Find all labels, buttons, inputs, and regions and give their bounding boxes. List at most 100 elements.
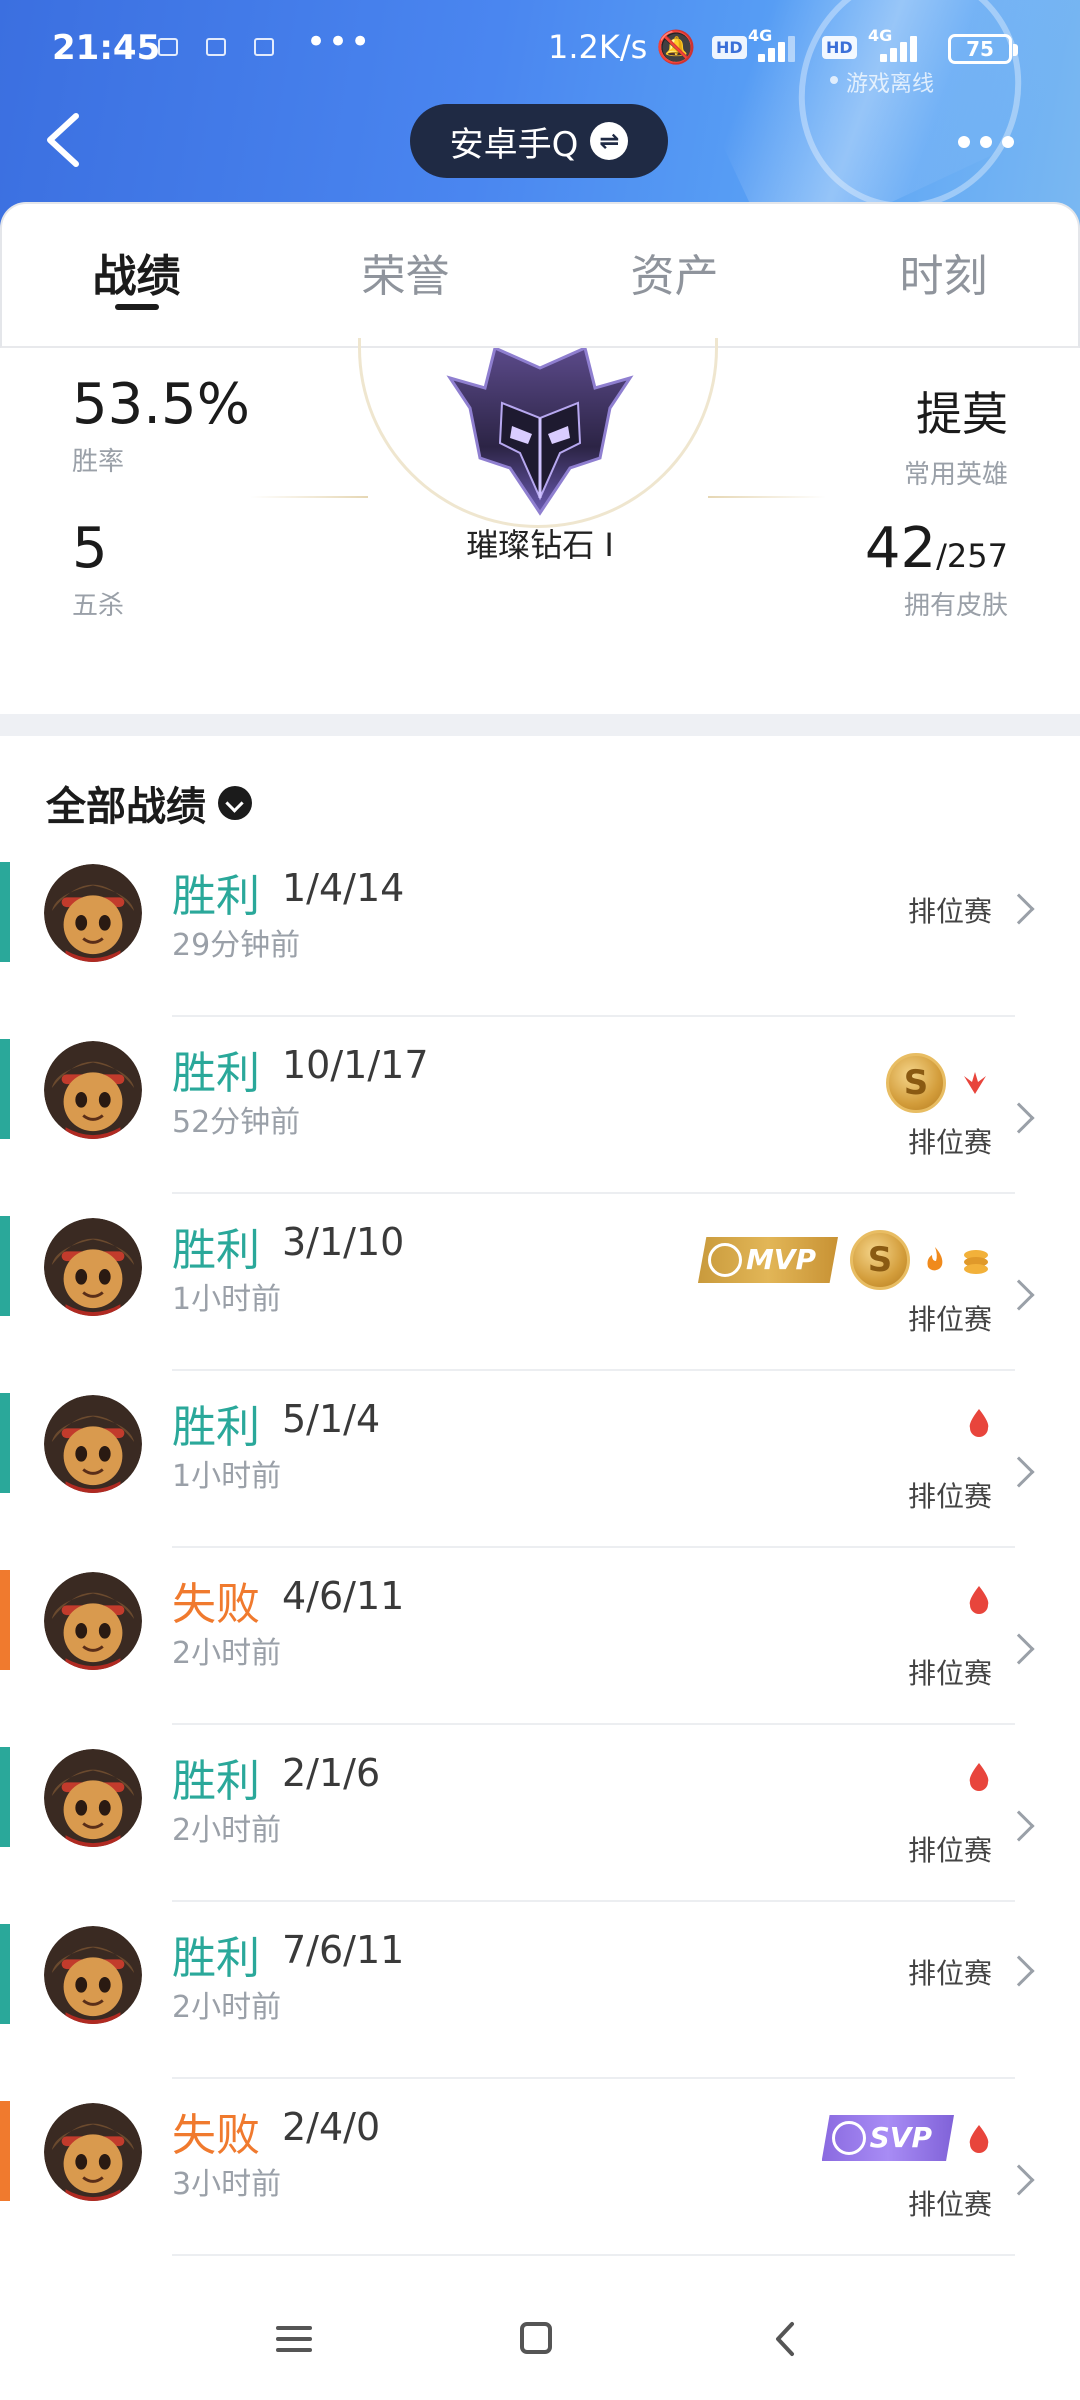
match-badges — [966, 1584, 992, 1614]
dot-icon — [958, 136, 970, 148]
hero-avatar — [44, 1218, 142, 1316]
home-icon[interactable] — [506, 2314, 566, 2364]
svp-label: SVP — [869, 2121, 932, 2154]
result-indicator-bar — [0, 862, 10, 962]
dot-icon — [1002, 136, 1014, 148]
match-row[interactable]: 胜利 2/1/6 2小时前 排位赛 — [0, 1725, 1080, 1902]
match-row[interactable]: 胜利 5/1/4 1小时前排位赛 — [0, 1371, 1080, 1548]
rank-decoration-line — [250, 496, 368, 498]
match-badges: MVP S — [697, 1230, 992, 1290]
match-badges — [966, 1407, 992, 1437]
tab-honors[interactable]: 荣誉 — [271, 204, 540, 346]
match-type: 排位赛 — [907, 1957, 992, 1990]
fire-icon — [922, 1245, 948, 1275]
result-indicator-bar — [0, 1393, 10, 1493]
tab-assets[interactable]: 资产 — [540, 204, 809, 346]
match-result: 失败 — [172, 2110, 260, 2161]
match-row[interactable]: 胜利 3/1/10 1小时前 MVP S 排位赛 — [0, 1194, 1080, 1371]
svp-icon — [831, 2121, 866, 2155]
chevron-right-icon — [1003, 893, 1035, 925]
favorite-hero-value: 提莫 — [916, 387, 1008, 441]
match-type: 排位赛 — [907, 1126, 992, 1159]
favorite-hero-stat[interactable]: 提莫 常用英雄 — [904, 372, 1008, 491]
match-type: 排位赛 — [907, 1834, 992, 1867]
skins-total: /257 — [936, 537, 1008, 575]
tab-bar: 战绩 荣誉 资产 时刻 — [0, 202, 1080, 348]
match-row[interactable]: 胜利 7/6/11 2小时前 排位赛 — [0, 1902, 1080, 2079]
match-row[interactable]: 胜利 10/1/17 52分钟前 S 排位赛 — [0, 1017, 1080, 1194]
mute-bell-icon: 🔕 — [656, 28, 696, 66]
match-result: 胜利 — [172, 1225, 260, 1276]
first-blood-icon — [966, 1584, 992, 1614]
account-switcher[interactable]: 安卓手Q ⇌ — [410, 104, 668, 178]
favorite-hero-label: 常用英雄 — [903, 460, 1008, 490]
skins-stat[interactable]: 42/257 拥有皮肤 — [865, 516, 1008, 622]
menu-icon[interactable] — [264, 2314, 324, 2364]
match-time: 52分钟前 — [172, 1105, 301, 1140]
notification-icon — [254, 38, 274, 56]
hero-avatar — [44, 1041, 142, 1139]
match-result: 胜利 — [172, 1933, 260, 1984]
pentakill-stat: 5 五杀 — [72, 516, 124, 622]
match-type: 排位赛 — [907, 895, 992, 928]
profile-summary: 璀璨钻石 I 53.5% 胜率 5 五杀 提莫 常用英雄 42/257 拥有皮肤 — [0, 338, 1080, 714]
match-row[interactable]: 失败 4/6/11 2小时前 排位赛 — [0, 1548, 1080, 1725]
notification-icon — [206, 38, 226, 56]
clock: 21:45 — [52, 28, 161, 68]
chevron-right-icon — [1003, 1633, 1035, 1665]
match-kda: 5/1/4 — [282, 1397, 381, 1441]
account-name: 安卓手Q — [449, 124, 579, 165]
hd-icon: HD — [822, 36, 857, 59]
status-bar: 21:45 ••• 1.2K/s 🔕 HD 4G HD 4G 75 游戏离线 — [0, 0, 1080, 100]
match-filter-dropdown[interactable]: 全部战绩 — [46, 774, 252, 832]
chevron-right-icon — [1003, 1456, 1035, 1488]
match-time: 2小时前 — [172, 1990, 282, 2025]
hero-avatar — [44, 1749, 142, 1847]
tab-records[interactable]: 战绩 — [2, 204, 271, 346]
match-result: 胜利 — [172, 1048, 260, 1099]
coins-icon — [960, 1245, 992, 1275]
back-nav-icon[interactable] — [756, 2314, 816, 2364]
hero-avatar — [44, 1926, 142, 2024]
match-result: 胜利 — [172, 1402, 260, 1453]
system-navigation-bar — [0, 2280, 1080, 2400]
match-type: 排位赛 — [907, 1480, 992, 1513]
skins-owned: 42 — [864, 516, 937, 581]
result-indicator-bar — [0, 2101, 10, 2201]
first-blood-icon — [966, 2123, 992, 2153]
match-list-title: 全部战绩 — [46, 784, 206, 830]
mvp-badge: MVP — [697, 1237, 838, 1283]
mvp-label: MVP — [745, 1243, 816, 1276]
row-divider — [172, 2254, 1015, 2256]
match-kda: 10/1/17 — [282, 1043, 429, 1087]
more-options-button[interactable] — [958, 122, 1028, 162]
match-row[interactable]: 失败 2/4/0 3小时前 SVP 排位赛 — [0, 2079, 1080, 2256]
match-badges — [966, 1761, 992, 1791]
notification-icon — [158, 38, 178, 56]
match-row[interactable]: 胜利 1/4/14 29分钟前 排位赛 — [0, 840, 1080, 1017]
first-blood-icon — [966, 1761, 992, 1791]
match-kda: 3/1/10 — [282, 1220, 405, 1264]
rank-name: 璀璨钻石 I — [466, 526, 614, 564]
match-result: 胜利 — [172, 871, 260, 922]
match-kda: 2/4/0 — [282, 2105, 381, 2149]
game-status: 游戏离线 — [846, 72, 935, 97]
back-button[interactable] — [40, 110, 90, 170]
switch-account-icon: ⇌ — [590, 122, 629, 160]
section-divider — [0, 714, 1080, 736]
match-type: 排位赛 — [907, 1303, 992, 1336]
tab-moments[interactable]: 时刻 — [809, 204, 1078, 346]
match-time: 1小时前 — [172, 1282, 282, 1317]
app-header: 21:45 ••• 1.2K/s 🔕 HD 4G HD 4G 75 游戏离线 安… — [0, 0, 1080, 230]
skins-label: 拥有皮肤 — [903, 591, 1008, 621]
hero-avatar — [44, 2103, 142, 2201]
win-rate-label: 胜率 — [72, 447, 125, 477]
match-type: 排位赛 — [907, 1657, 992, 1690]
match-time: 1小时前 — [172, 1459, 282, 1494]
match-type: 排位赛 — [907, 2188, 992, 2221]
skins-value: 42/257 — [865, 516, 1008, 581]
match-badges: SVP — [821, 2115, 992, 2161]
hero-avatar — [44, 1395, 142, 1493]
dot-icon — [980, 136, 992, 148]
signal-icon — [758, 34, 804, 62]
